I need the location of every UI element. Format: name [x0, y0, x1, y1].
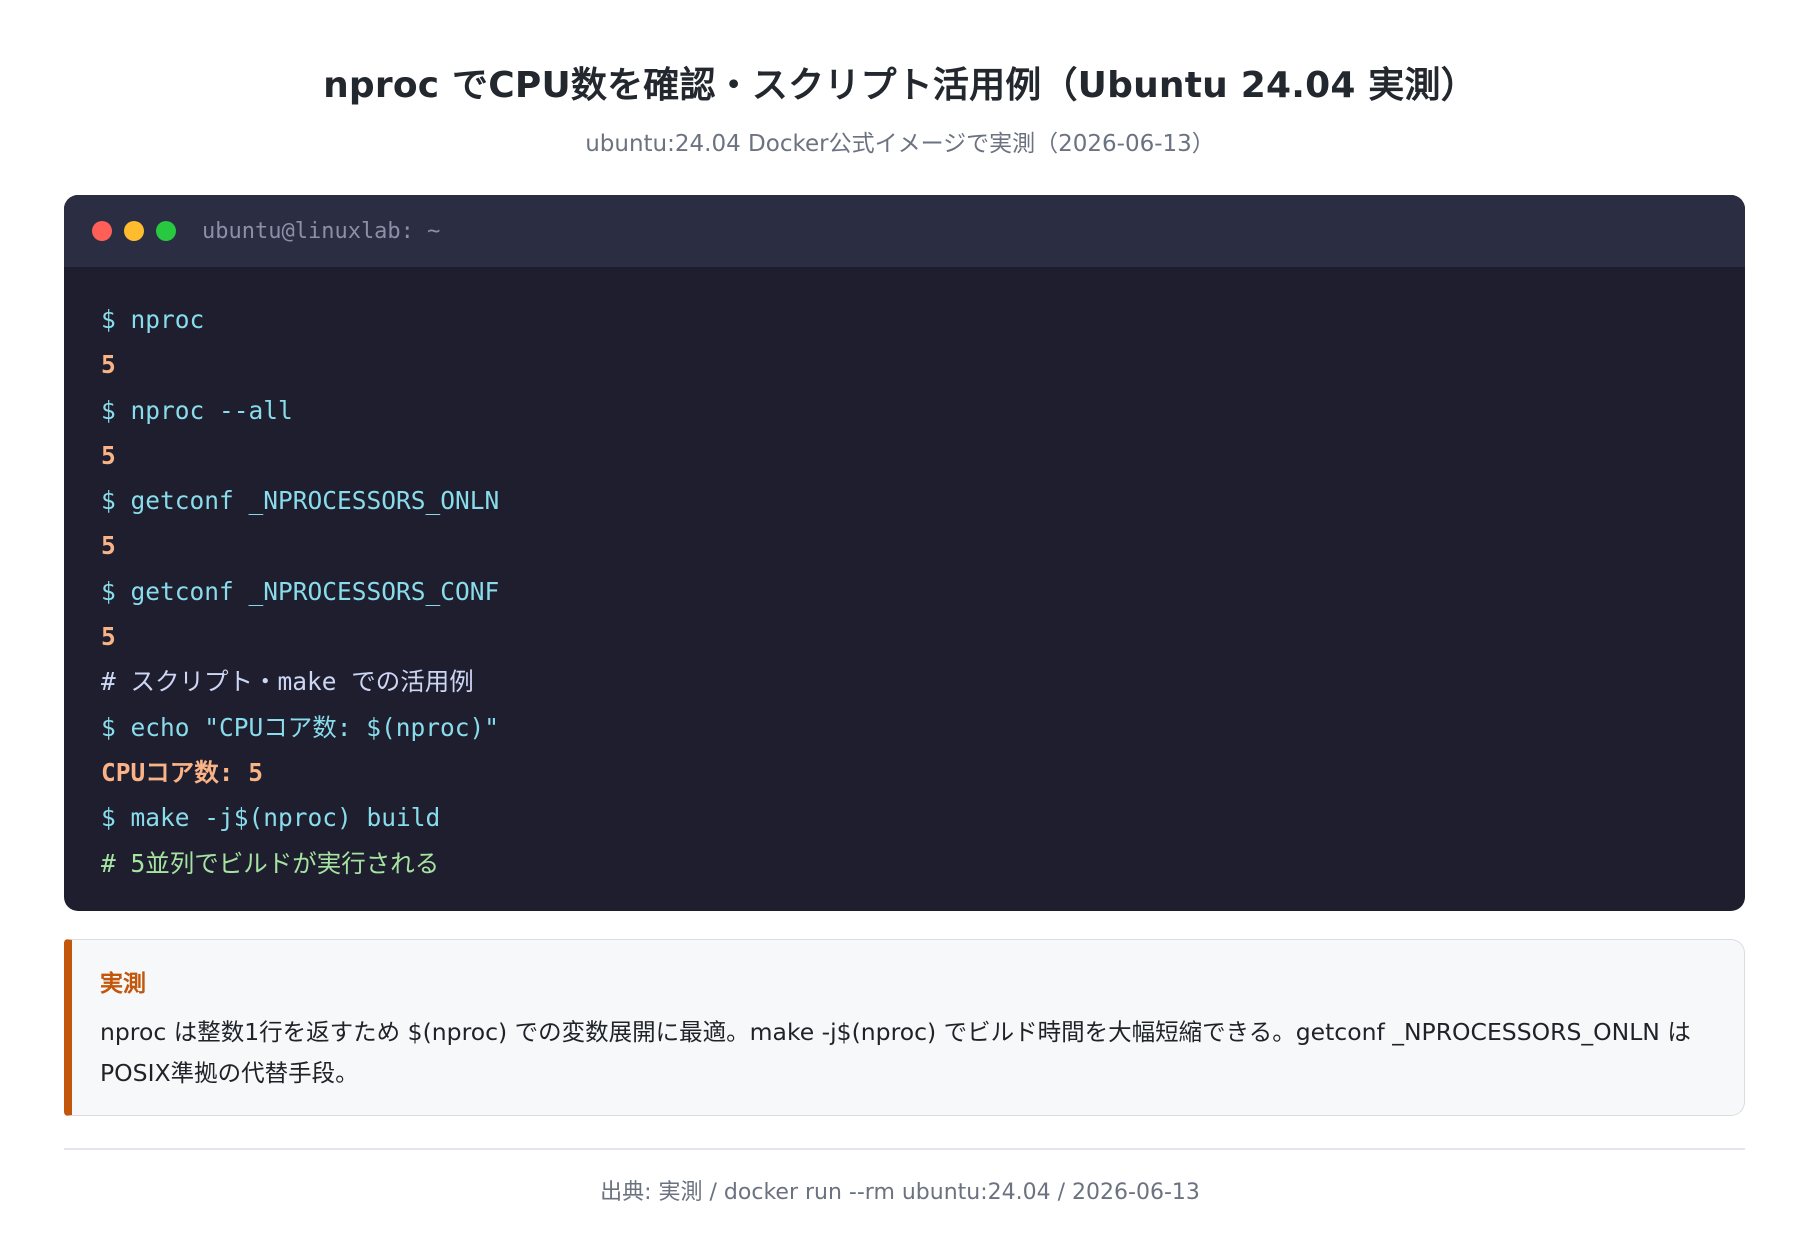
terminal-line-command: $ getconf _NPROCESSORS_CONF	[101, 576, 500, 606]
page-title: nproc でCPU数を確認・スクリプト活用例（Ubuntu 24.04 実測）	[323, 65, 1477, 106]
terminal-titlebar: ubuntu@linuxlab: ~	[64, 195, 1745, 267]
observation-note: 実測 nproc は整数1行を返すため $(nproc) での変数展開に最適。m…	[64, 939, 1745, 1116]
terminal-line-command: $ getconf _NPROCESSORS_ONLN	[101, 486, 500, 516]
terminal-line-command: $ make -j$(nproc) build	[101, 803, 441, 833]
maximize-window-dot-icon[interactable]	[156, 221, 176, 241]
terminal-line-output: 5	[101, 350, 116, 380]
terminal-line-command: $ nproc --all	[101, 395, 293, 425]
terminal-line-command: $ echo "CPUコア数: $(nproc)"	[101, 712, 500, 742]
terminal-title: ubuntu@linuxlab: ~	[202, 218, 441, 244]
note-label: 実測	[100, 971, 146, 997]
terminal-body[interactable]: $ nproc 5 $ nproc --all 5 $ getconf _NPR…	[64, 267, 1745, 886]
terminal-line-output: CPUコア数: 5	[101, 757, 264, 787]
source-footer: 出典: 実測 / docker run --rm ubuntu:24.04 / …	[600, 1180, 1200, 1205]
terminal-window: ubuntu@linuxlab: ~ $ nproc 5 $ nproc --a…	[64, 195, 1745, 911]
terminal-line-output: 5	[101, 531, 116, 561]
note-text: nproc は整数1行を返すため $(nproc) での変数展開に最適。make…	[100, 1018, 1691, 1087]
close-window-dot-icon[interactable]	[92, 221, 112, 241]
terminal-line-comment: # 5並列でビルドが実行される	[101, 848, 440, 878]
terminal-line-output: 5	[101, 440, 116, 470]
terminal-line-output: 5	[101, 622, 116, 652]
footer-divider	[64, 1148, 1745, 1150]
minimize-window-dot-icon[interactable]	[124, 221, 144, 241]
terminal-line-comment: # スクリプト・make での活用例	[101, 667, 474, 697]
terminal-line-command: $ nproc	[101, 305, 205, 334]
page-subtitle: ubuntu:24.04 Docker公式イメージで実測（2026-06-13）	[585, 131, 1215, 157]
